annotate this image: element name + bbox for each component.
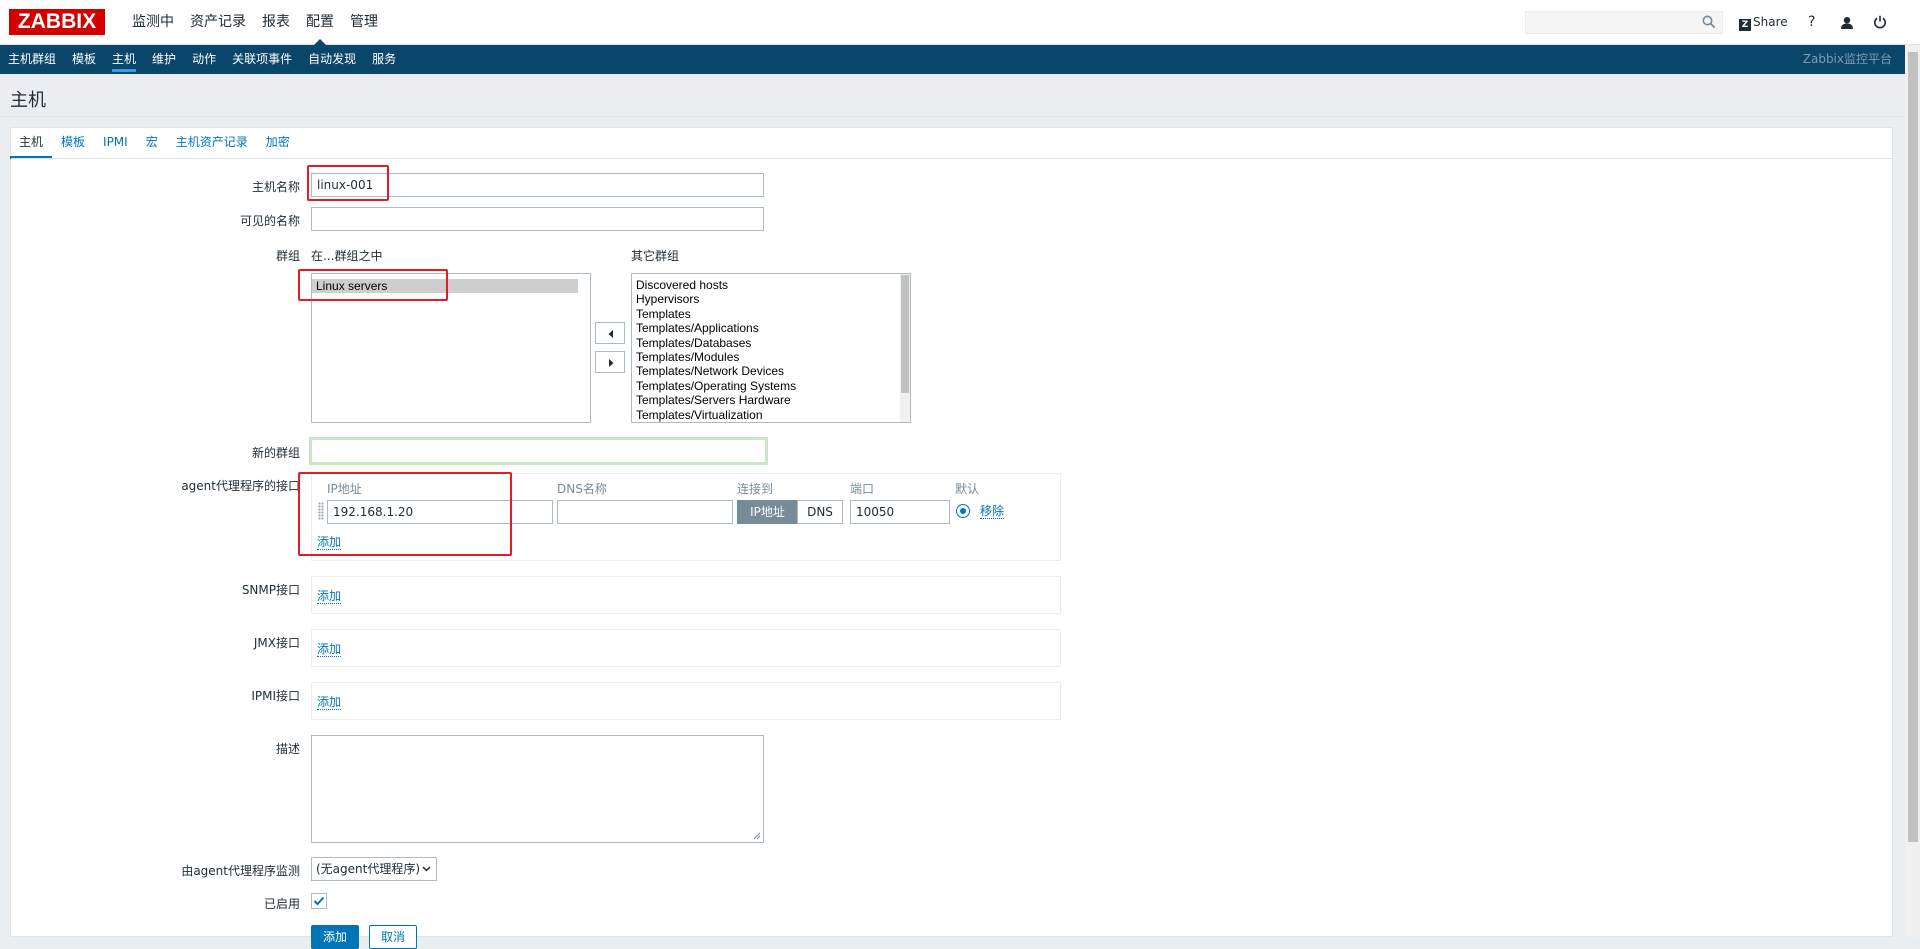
- main-menu: 监测中 资产记录 报表 配置 管理: [124, 0, 386, 45]
- tab-macros[interactable]: 宏: [137, 127, 167, 159]
- tab-host[interactable]: 主机: [10, 127, 53, 159]
- move-right-button[interactable]: [595, 351, 625, 373]
- search-icon[interactable]: [1702, 15, 1716, 29]
- tab-inventory[interactable]: 主机资产记录: [167, 127, 257, 159]
- other-group-option[interactable]: Hypervisors: [632, 292, 910, 306]
- chevron-down-icon: [422, 866, 431, 872]
- share-icon: Z: [1739, 19, 1751, 31]
- in-groups-listbox[interactable]: Linux servers: [311, 273, 591, 423]
- port-field[interactable]: 10050: [850, 500, 950, 524]
- in-groups-header: 在...群组之中: [311, 249, 383, 263]
- other-group-option[interactable]: Templates/Network Devices: [632, 364, 910, 378]
- other-groups-listbox[interactable]: Discovered hosts Hypervisors Templates T…: [631, 273, 911, 423]
- dns-column-header: DNS名称: [557, 482, 607, 496]
- other-group-option[interactable]: Templates/Virtualization: [632, 408, 910, 422]
- connect-dns-toggle[interactable]: DNS: [797, 500, 843, 524]
- tabs-divider: [11, 158, 1892, 159]
- help-button[interactable]: ?: [1808, 0, 1815, 45]
- ip-address-field[interactable]: 192.168.1.20: [327, 500, 553, 524]
- subnav-event-correlation[interactable]: 关联项事件: [224, 45, 300, 74]
- user-profile-icon[interactable]: [1840, 16, 1854, 30]
- new-group-label: 新的群组: [251, 446, 300, 460]
- cancel-button[interactable]: 取消: [369, 925, 417, 949]
- host-name-label: 主机名称: [251, 180, 300, 194]
- arrow-right-icon: [609, 359, 614, 367]
- other-group-option[interactable]: Templates/Modules: [632, 350, 910, 364]
- arrow-left-icon: [608, 330, 613, 338]
- visible-name-field[interactable]: [311, 207, 764, 231]
- tab-encryption[interactable]: 加密: [257, 127, 299, 159]
- other-group-option[interactable]: Templates/Applications: [632, 321, 910, 335]
- other-groups-header: 其它群组: [631, 249, 680, 263]
- snmp-interface-box: [311, 576, 1061, 614]
- share-button[interactable]: Z Share: [1739, 0, 1788, 45]
- menu-administration[interactable]: 管理: [342, 0, 386, 45]
- other-groups-scroll-thumb[interactable]: [901, 275, 909, 393]
- other-group-option[interactable]: Templates/Databases: [632, 336, 910, 350]
- snmp-interface-label: SNMP接口: [241, 583, 300, 597]
- tab-ipmi[interactable]: IPMI: [94, 127, 137, 159]
- in-group-option[interactable]: Linux servers: [312, 279, 578, 294]
- other-group-option[interactable]: Templates: [632, 307, 910, 321]
- zabbix-logo[interactable]: ZABBIX: [9, 9, 105, 35]
- menu-monitoring[interactable]: 监测中: [124, 0, 182, 45]
- page-scroll-thumb[interactable]: [1908, 52, 1918, 842]
- sub-navigation: 主机群组 模板 主机 维护 动作 关联项事件 自动发现 服务 Zabbix监控平…: [0, 45, 1920, 74]
- subnav-discovery[interactable]: 自动发现: [300, 45, 364, 74]
- proxy-select-value: (无agent代理程序): [316, 862, 421, 876]
- enabled-label: 已启用: [263, 897, 300, 911]
- ip-column-header: IP地址: [327, 482, 362, 496]
- remove-interface-link[interactable]: 移除: [980, 504, 1005, 519]
- port-column-header: 端口: [850, 482, 875, 496]
- subnav-hosts[interactable]: 主机: [104, 45, 144, 74]
- connect-ip-toggle[interactable]: IP地址: [737, 500, 798, 524]
- host-name-field[interactable]: linux-001: [311, 173, 764, 197]
- visible-name-label: 可见的名称: [239, 214, 300, 228]
- description-label: 描述: [275, 742, 300, 756]
- logout-icon[interactable]: [1873, 15, 1887, 29]
- page-title: 主机: [10, 90, 46, 111]
- menu-reports[interactable]: 报表: [254, 0, 298, 45]
- connect-column-header: 连接到: [737, 482, 774, 496]
- add-jmx-interface-link[interactable]: 添加: [317, 642, 342, 657]
- subnav-actions[interactable]: 动作: [184, 45, 224, 74]
- jmx-interface-box: [311, 629, 1061, 667]
- move-left-button[interactable]: [595, 322, 625, 344]
- ipmi-interface-label: IPMI接口: [251, 689, 300, 703]
- proxy-label: 由agent代理程序监测: [181, 864, 300, 878]
- ipmi-interface-box: [311, 682, 1061, 720]
- subnav-services[interactable]: 服务: [364, 45, 404, 74]
- description-textarea[interactable]: [311, 735, 764, 843]
- top-header: ZABBIX 监测中 资产记录 报表 配置 管理 Z Share ?: [0, 0, 1920, 45]
- add-snmp-interface-link[interactable]: 添加: [317, 589, 342, 604]
- server-brand-label: Zabbix监控平台: [1802, 52, 1892, 66]
- search-input[interactable]: [1525, 11, 1723, 34]
- subnav-host-groups[interactable]: 主机群组: [0, 45, 64, 74]
- form-tabs: 主机 模板 IPMI 宏 主机资产记录 加密: [10, 127, 299, 159]
- enabled-checkbox[interactable]: [311, 893, 327, 909]
- new-group-field[interactable]: [309, 437, 768, 465]
- menu-configuration[interactable]: 配置: [298, 0, 342, 45]
- agent-interface-label: agent代理程序的接口: [181, 479, 300, 493]
- drag-handle-icon[interactable]: [318, 502, 324, 520]
- add-button[interactable]: 添加: [311, 925, 359, 949]
- checkmark-icon: [313, 896, 325, 906]
- jmx-interface-label: JMX接口: [253, 636, 300, 650]
- subnav-maintenance[interactable]: 维护: [144, 45, 184, 74]
- tab-templates[interactable]: 模板: [52, 127, 94, 159]
- dns-name-field[interactable]: [557, 500, 733, 524]
- other-group-option[interactable]: Discovered hosts: [632, 278, 910, 292]
- title-divider: [0, 116, 1905, 117]
- other-group-option[interactable]: Templates/Operating Systems: [632, 379, 910, 393]
- default-column-header: 默认: [955, 482, 980, 496]
- groups-label: 群组: [275, 249, 300, 263]
- default-interface-radio[interactable]: [956, 504, 970, 518]
- subnav-templates[interactable]: 模板: [64, 45, 104, 74]
- add-agent-interface-link[interactable]: 添加: [317, 535, 342, 550]
- add-ipmi-interface-link[interactable]: 添加: [317, 695, 342, 710]
- resize-handle-icon[interactable]: [753, 832, 761, 840]
- proxy-select[interactable]: (无agent代理程序): [311, 857, 437, 881]
- other-group-option[interactable]: Templates/Servers Hardware: [632, 393, 910, 407]
- menu-inventory[interactable]: 资产记录: [182, 0, 254, 45]
